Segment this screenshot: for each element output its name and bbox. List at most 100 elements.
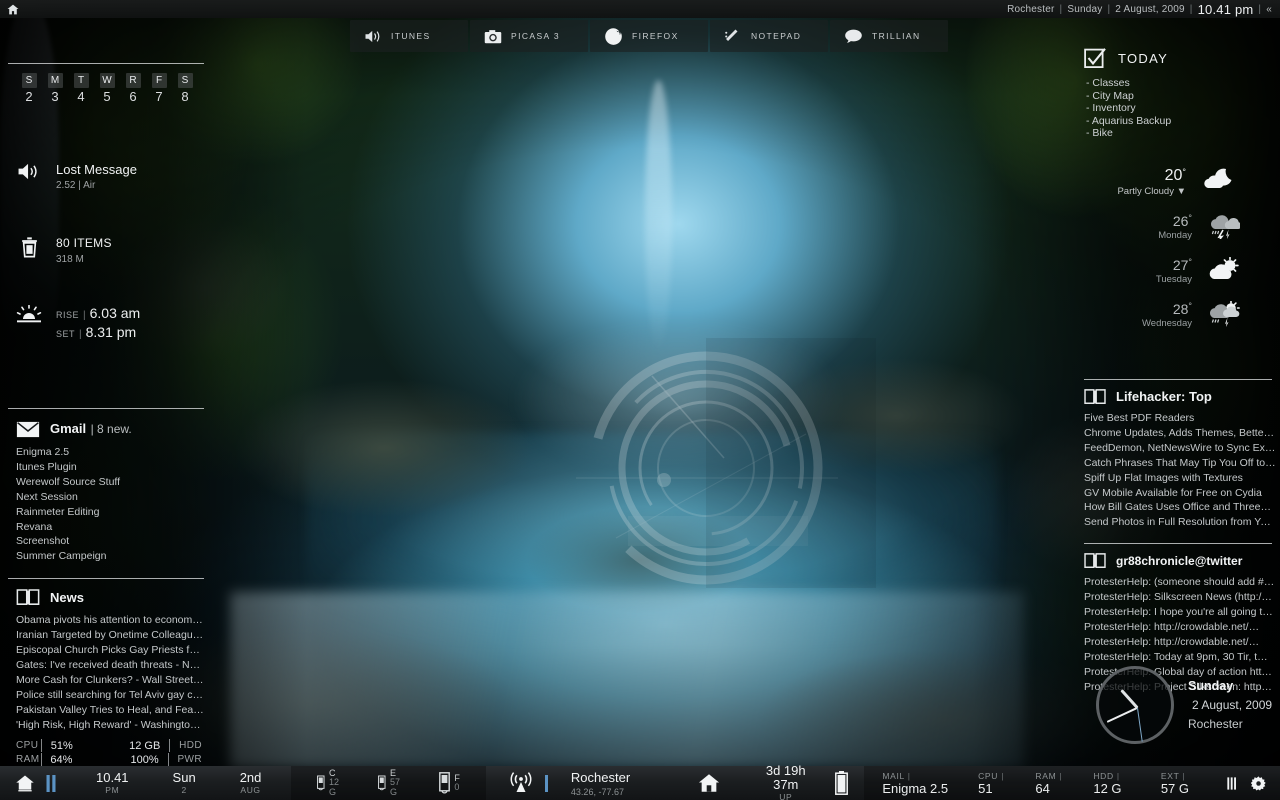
taskbar-sep: | [1059,771,1062,781]
forecast-day: Tuesday [1156,274,1192,285]
list-item[interactable]: Enigma 2.5 [16,445,204,460]
list-item[interactable]: Pakistan Valley Tries to Heal, and Fear… [16,703,204,718]
calendar-date-cell[interactable]: 3 [42,88,68,106]
list-item[interactable]: ProtesterHelp: Silkscreen News (http:/… [1084,590,1276,605]
taskbar-weekday[interactable]: Sun 2 [173,771,196,796]
list-item[interactable]: ProtesterHelp: Today at 9pm, 30 Tir, t… [1084,650,1276,665]
list-item[interactable]: More Cash for Clunkers? - Wall Street J… [16,673,204,688]
today-widget-header[interactable]: TODAY [1080,48,1280,69]
list-item[interactable]: Revana [16,520,204,535]
list-item[interactable]: Obama pivots his attention to economi… [16,613,204,628]
list-item[interactable]: Itunes Plugin [16,460,204,475]
list-item[interactable]: - City Map [1086,90,1280,103]
list-item[interactable]: ProtesterHelp: http://crowdable.net/… [1084,635,1276,650]
list-item[interactable]: ProtesterHelp: http://crowdable.net/… [1084,620,1276,635]
launch-notepad-button[interactable]: NOTEPAD [710,20,828,52]
taskbar-stats: MAIL | Enigma 2.5 CPU | 51 RAM | 64 HDD … [864,766,1280,800]
list-item[interactable]: 'High Risk, High Reward' - Washington P… [16,718,204,733]
news-divider [8,578,204,579]
list-item[interactable]: Five Best PDF Readers [1084,411,1276,426]
calendar-date-cell[interactable]: 5 [94,88,120,106]
taskbar-location: Rochester [571,770,630,785]
topbar-time: 10.41 pm [1198,2,1254,17]
list-item[interactable]: Episcopal Church Picks Gay Priests for… [16,643,204,658]
twitter-widget-header[interactable]: gr88chronicle@twitter [1080,552,1280,569]
list-item[interactable]: Next Session [16,490,204,505]
news-widget-header[interactable]: News [0,588,212,606]
drive-f[interactable]: F 0 [439,772,460,794]
calendar-date-cell[interactable]: 4 [68,88,94,106]
home-icon[interactable] [14,773,36,793]
list-item[interactable]: FeedDemon, NetNewsWire to Sync Excl… [1084,441,1276,456]
list-item[interactable]: Chrome Updates, Adds Themes, Better… [1084,426,1276,441]
list-item[interactable]: Werewolf Source Stuff [16,475,204,490]
list-item[interactable]: Screenshot [16,534,204,549]
taskbar-center-home[interactable] [646,766,758,800]
taskbar-datetime[interactable]: 10.41 PM Sun 2 2nd AUG [66,766,291,800]
top-bar: Rochester | Sunday | 2 August, 2009 | 10… [0,0,1280,18]
list-item[interactable]: - Inventory [1086,102,1280,115]
list-item[interactable]: - Bike [1086,127,1280,140]
list-item[interactable]: Rainmeter Editing [16,505,204,520]
weather-current[interactable]: 20° Partly Cloudy ▼ [1080,167,1280,197]
weather-forecast-row[interactable]: 27° Tuesday [1080,257,1280,285]
collapse-icon[interactable]: « [1266,4,1272,15]
launch-picasa-button[interactable]: PICASA 3 [470,20,588,52]
drive-c[interactable]: C 12 G [317,769,342,797]
launch-trillian-button[interactable]: TRILLIAN [830,20,948,52]
taskbar-clock[interactable]: 10.41 PM [96,771,129,796]
drive-e[interactable]: E 57 G [378,769,403,797]
calendar-widget[interactable]: S M T W R F S 2 3 4 5 6 7 8 [0,64,212,106]
list-item[interactable]: ProtesterHelp: I hope you're all going t… [1084,605,1276,620]
weather-current-condition: Partly Cloudy ▼ [1117,186,1186,197]
list-item[interactable]: Summer Campeign [16,549,204,564]
recycle-bin-widget[interactable]: 80 ITEMS 318 M [0,236,212,265]
speaker-icon [16,162,42,181]
now-playing-widget[interactable]: Lost Message 2.52 | Air [0,162,212,191]
list-item[interactable]: Catch Phrases That May Tip You Off to… [1084,456,1276,471]
lifehacker-list: Five Best PDF Readers Chrome Updates, Ad… [1080,405,1280,530]
clock-widget[interactable]: Sunday 2 August, 2009 Rochester [1096,666,1272,744]
taskbar-battery[interactable] [835,766,864,800]
twitter-title: gr88chronicle@twitter [1116,554,1242,568]
sun-cloud-icon [1206,257,1240,283]
list-item[interactable]: Police still searching for Tel Aviv gay … [16,688,204,703]
forecast-text: 27° Tuesday [1156,257,1192,285]
calendar-date-cell[interactable]: 8 [172,88,198,106]
taskbar-mail[interactable]: MAIL | Enigma 2.5 [882,771,952,796]
launch-firefox-button[interactable]: FIREFOX [590,20,708,52]
lifehacker-widget-header[interactable]: Lifehacker: Top [1080,388,1280,405]
list-item[interactable]: - Aquarius Backup [1086,115,1280,128]
gmail-widget-header[interactable]: Gmail | 8 new. [0,420,212,438]
list-item[interactable]: ProtesterHelp: (someone should add #i… [1084,575,1276,590]
clock-weekday: Sunday [1188,679,1272,693]
forecast-temp: 27 [1173,257,1189,273]
drive-f-text: F 0 [454,774,460,793]
drive-icon [439,772,450,794]
list-item[interactable]: Send Photos in Full Resolution from Yo… [1084,515,1276,530]
list-item[interactable]: - Classes [1086,77,1280,90]
calendar-date-cell[interactable]: 2 [16,88,42,106]
taskbar-network[interactable]: Rochester 43.26, -77.67 [486,766,646,800]
list-item[interactable]: Iranian Targeted by Onetime Colleague… [16,628,204,643]
list-item[interactable]: Spiff Up Flat Images with Textures [1084,471,1276,486]
home-icon[interactable] [6,3,20,16]
taskbar-date[interactable]: 2nd AUG [240,771,262,796]
pause-icon[interactable] [46,775,56,792]
bars-icon[interactable] [1227,775,1237,792]
list-item[interactable]: Gates: I've received death threats - NE… [16,658,204,673]
wifi-icon [508,772,534,794]
taskbar-left-controls [0,766,66,800]
calendar-date-cell[interactable]: 6 [120,88,146,106]
home-icon[interactable] [696,772,722,794]
weather-forecast-row[interactable]: 26° Monday [1080,213,1280,241]
launch-itunes-button[interactable]: ITUNES [350,20,468,52]
calendar-date-cell[interactable]: 7 [146,88,172,106]
gmail-list: Enigma 2.5 Itunes Plugin Werewolf Source… [0,438,212,564]
gear-icon[interactable] [1251,773,1266,794]
calendar-dow-cell: R [120,70,146,88]
list-item[interactable]: How Bill Gates Uses Office and Three… [1084,500,1276,515]
list-item[interactable]: GV Mobile Available for Free on Cydia [1084,486,1276,501]
gmail-count: | 8 new. [91,422,132,436]
weather-forecast-row[interactable]: 28° Wednesday [1080,301,1280,329]
